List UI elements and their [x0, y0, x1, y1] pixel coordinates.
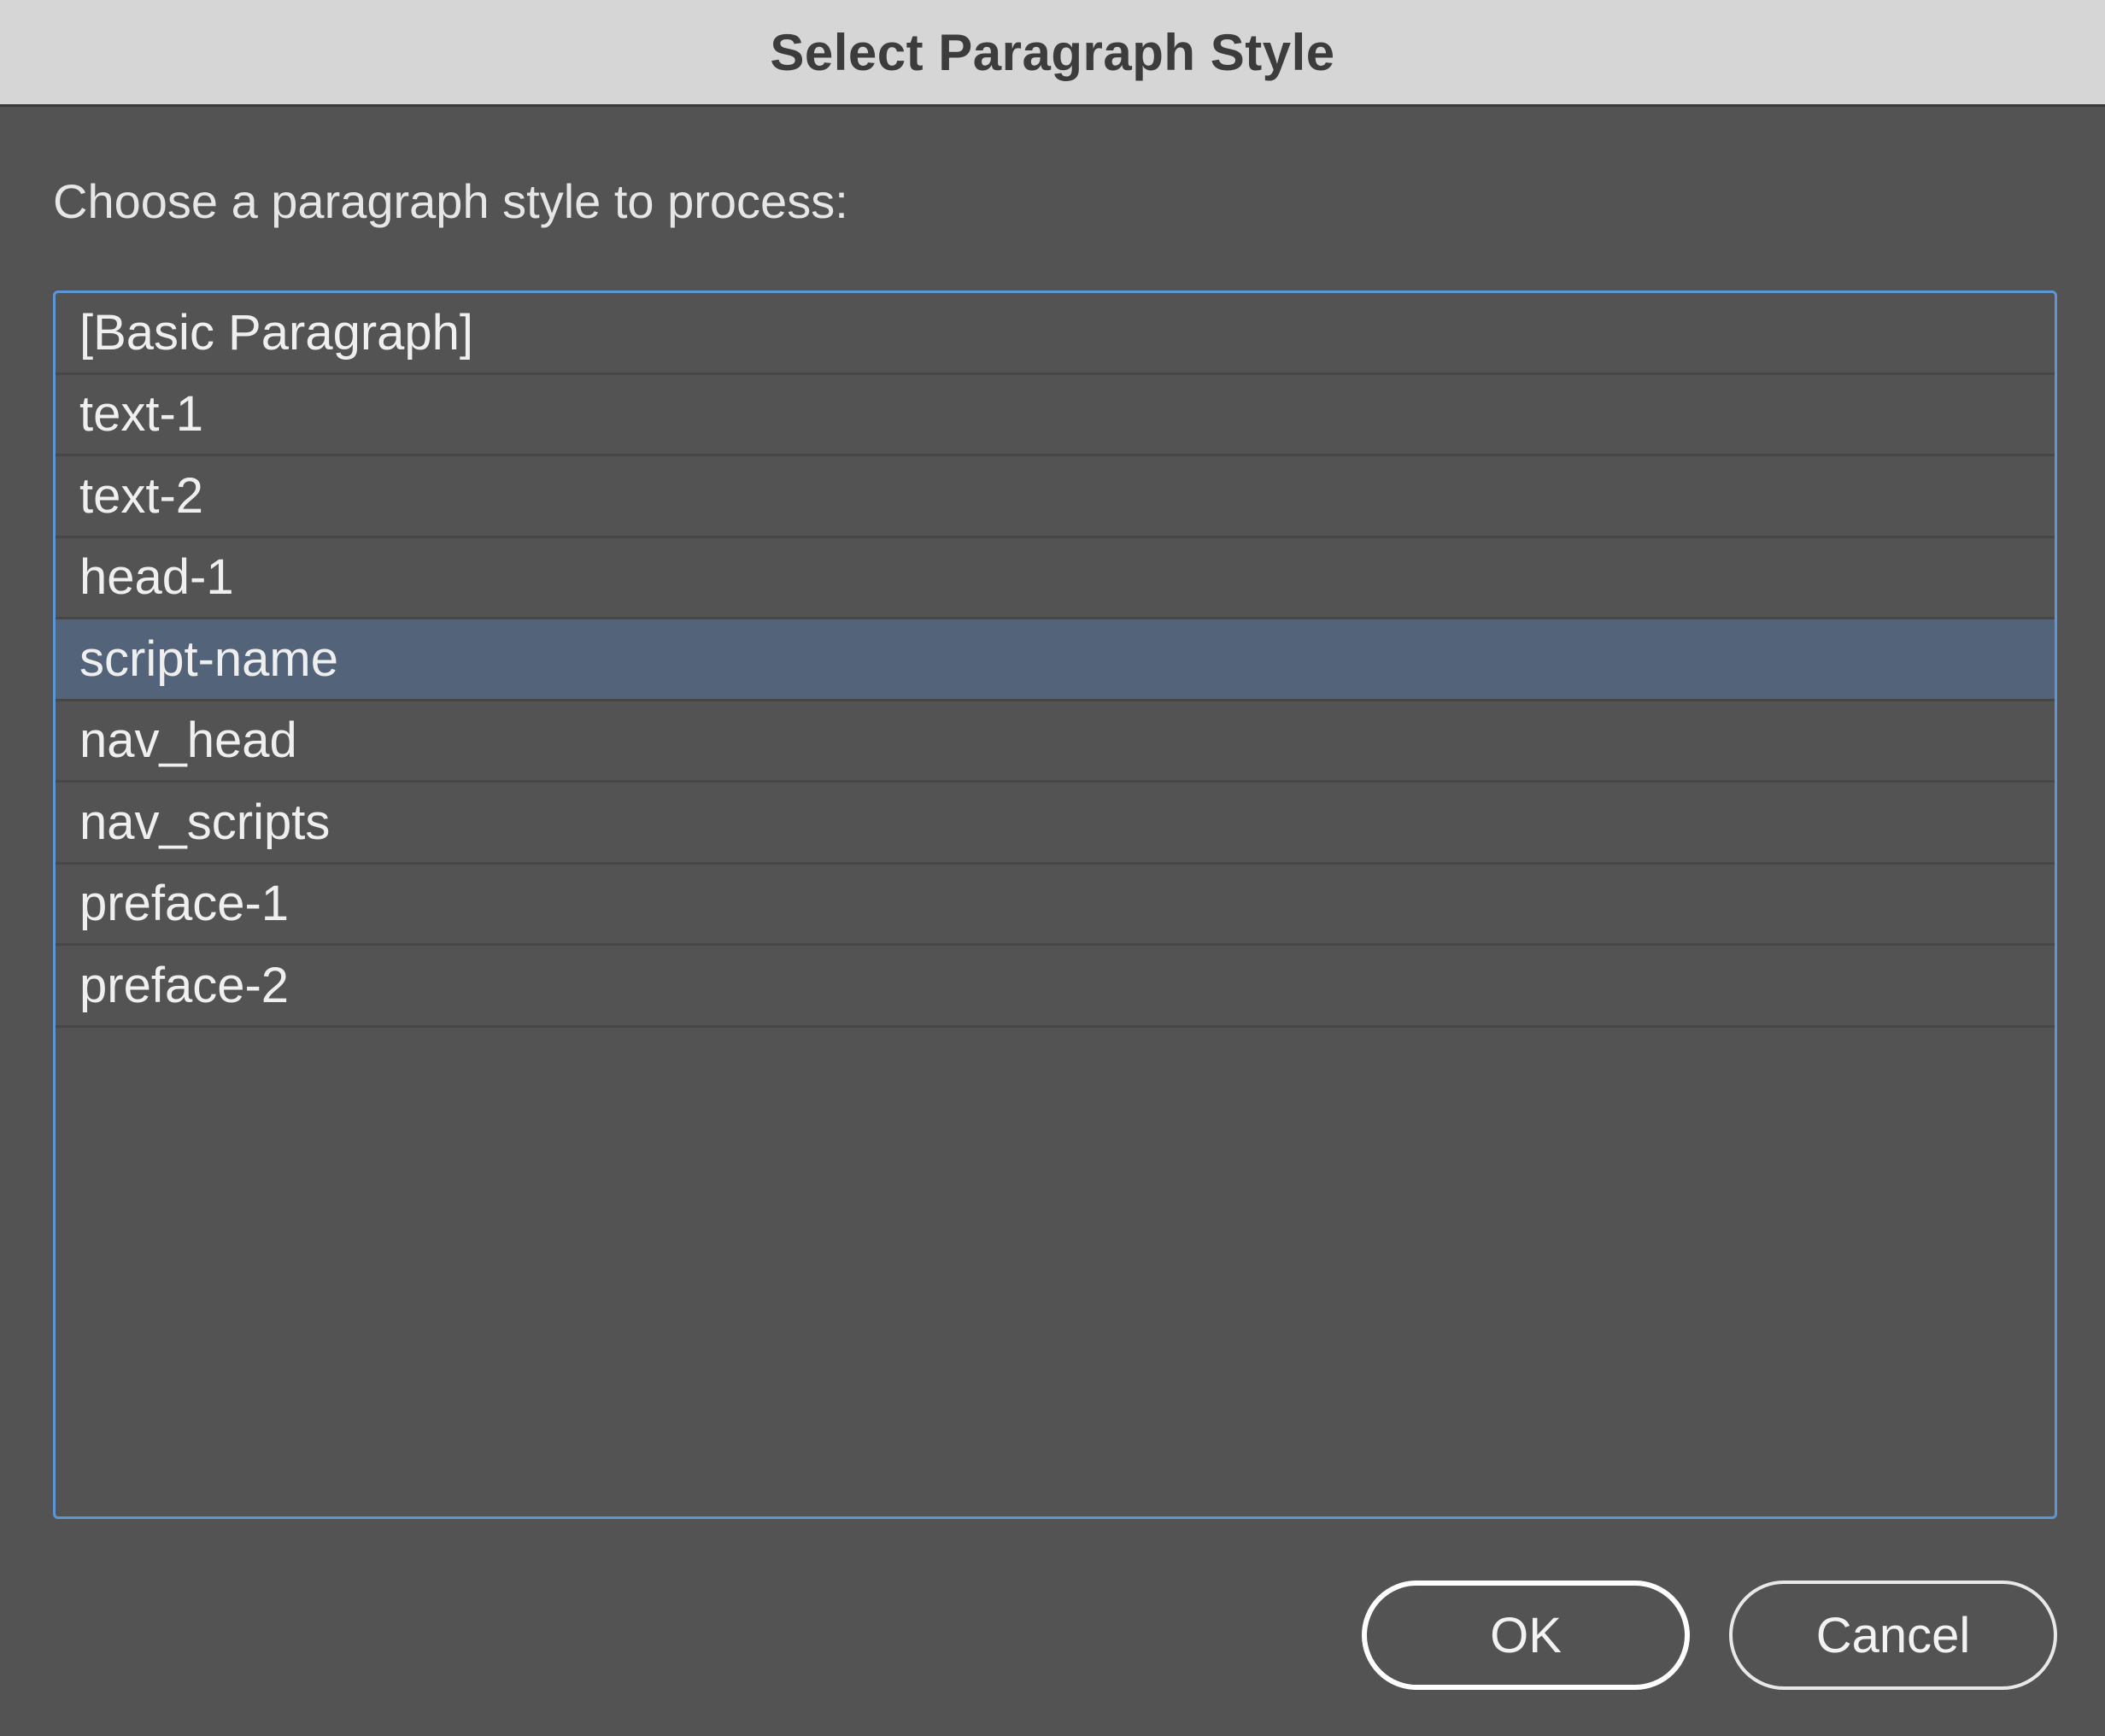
list-item-text-2[interactable]: text-2	[56, 456, 2055, 538]
list-item-nav-scripts[interactable]: nav_scripts	[56, 783, 2055, 865]
list-item-preface-1[interactable]: preface-1	[56, 865, 2055, 946]
list-item-text-1[interactable]: text-1	[56, 375, 2055, 456]
cancel-button[interactable]: Cancel	[1729, 1581, 2057, 1690]
select-paragraph-style-dialog: Select Paragraph Style Choose a paragrap…	[0, 0, 2105, 1736]
list-item-script-name[interactable]: script-name	[56, 619, 2055, 701]
list-item-preface-2[interactable]: preface-2	[56, 946, 2055, 1028]
title-bar: Select Paragraph Style	[0, 0, 2105, 107]
list-item-head-1[interactable]: head-1	[56, 538, 2055, 619]
prompt-label: Choose a paragraph style to process:	[53, 174, 848, 228]
list-item-basic-paragraph[interactable]: [Basic Paragraph]	[56, 293, 2055, 375]
dialog-title: Select Paragraph Style	[770, 23, 1335, 81]
paragraph-style-list[interactable]: [Basic Paragraph] text-1 text-2 head-1 s…	[53, 290, 2057, 1519]
list-item-nav-head[interactable]: nav_head	[56, 701, 2055, 783]
ok-button[interactable]: OK	[1362, 1581, 1690, 1690]
